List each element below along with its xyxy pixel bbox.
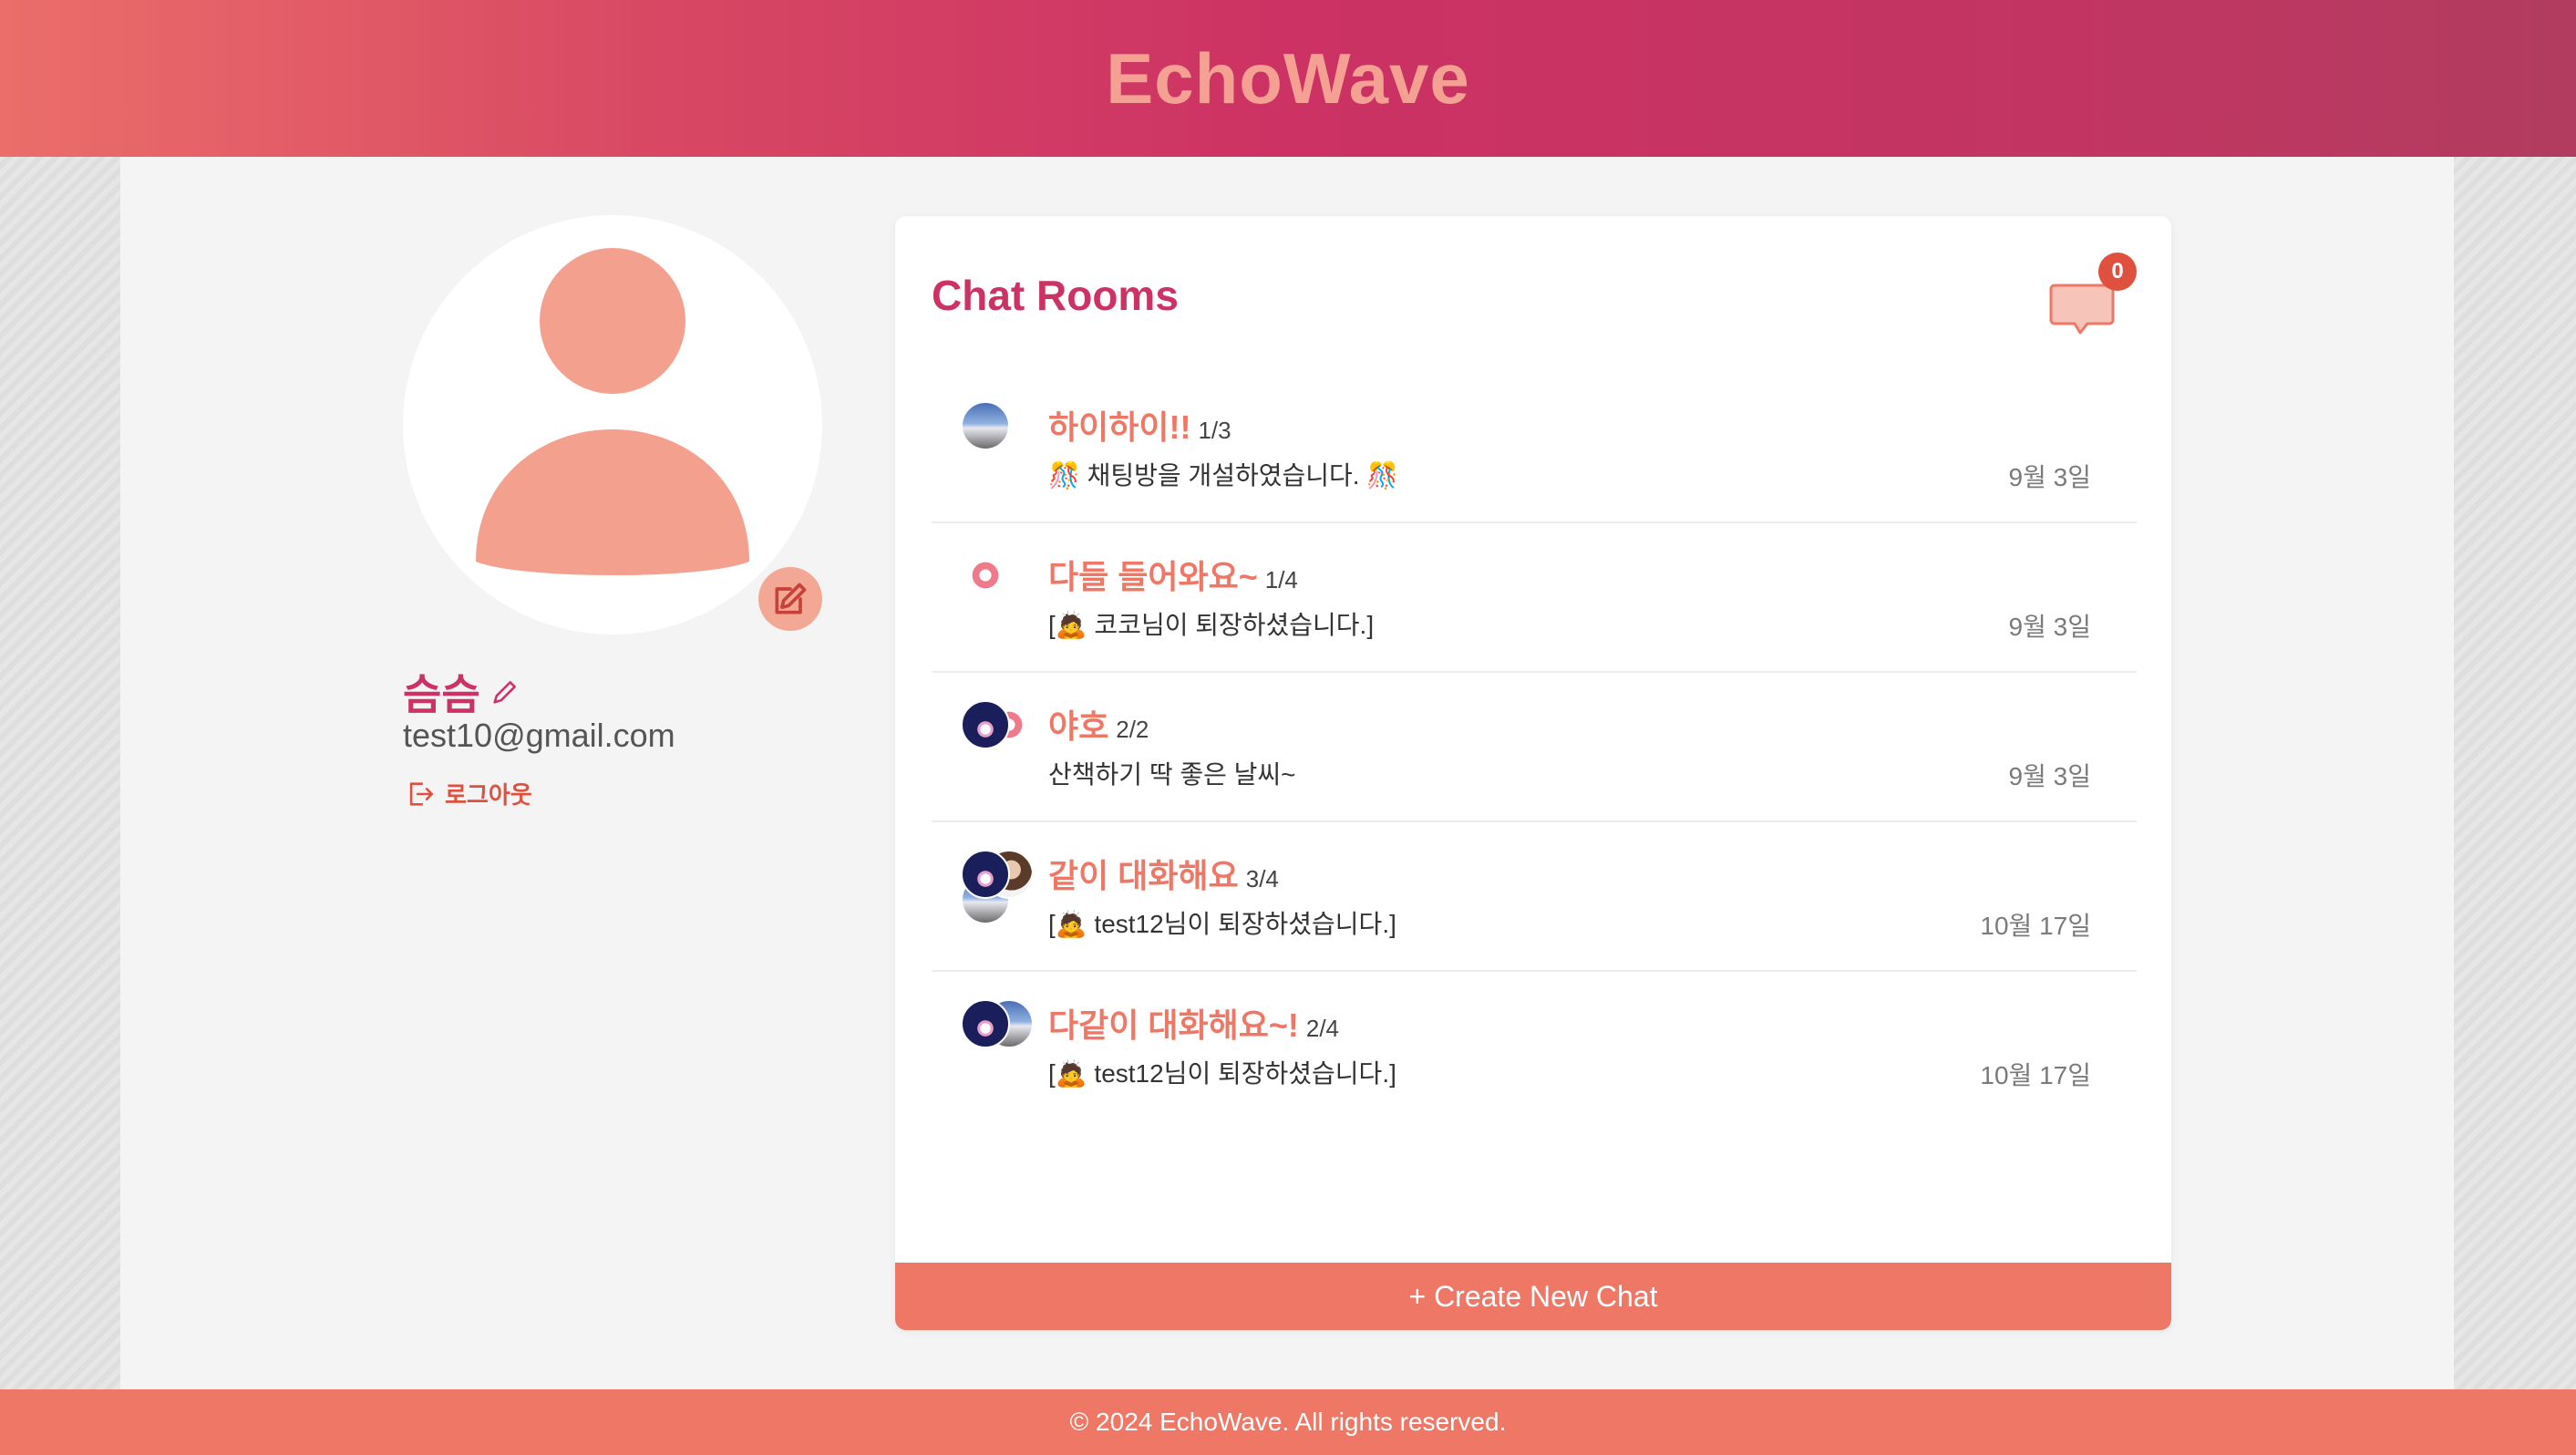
room-date: 9월 3일 — [2008, 613, 2091, 641]
room-last-message: [🙇 test12님이 퇴장하셨습니다.] — [1048, 910, 1396, 938]
room-member-avatar — [961, 700, 1010, 749]
username-row: 슴슴 — [403, 662, 520, 722]
room-member-count: 3/4 — [1245, 865, 1279, 893]
profile-avatar — [403, 215, 822, 635]
messages-button[interactable]: 0 — [2044, 253, 2144, 344]
unread-badge: 0 — [2098, 253, 2137, 291]
chat-room-list: 하이하이!! 1/3 🎊 채팅방을 개설하였습니다. 🎊 9월 3일 다들 들어… — [932, 374, 2137, 1120]
create-new-chat-button[interactable]: + Create New Chat — [895, 1263, 2171, 1330]
room-member-avatar — [961, 850, 1010, 899]
user-email: test10@gmail.com — [403, 717, 675, 754]
room-title-line: 야호 2/2 — [1048, 700, 1149, 748]
room-last-message: 산책하기 딱 좋은 날씨~ — [1048, 760, 1296, 789]
chat-bubble-icon — [2049, 284, 2115, 335]
room-name: 다들 들어와요~ — [1048, 558, 1258, 595]
room-member-avatar — [961, 551, 1010, 600]
room-title-line: 다들 들어와요~ 1/4 — [1048, 551, 1298, 598]
room-last-message: [🙇 test12님이 퇴장하셨습니다.] — [1048, 1059, 1396, 1088]
username: 슴슴 — [403, 671, 480, 718]
edit-avatar-button[interactable] — [758, 567, 822, 631]
room-member-count: 2/4 — [1305, 1015, 1340, 1042]
room-date: 10월 17일 — [1980, 912, 2091, 940]
room-title-line: 같이 대화해요 3/4 — [1048, 850, 1279, 897]
room-name: 하이하이!! — [1048, 408, 1191, 446]
chat-room-row[interactable]: 하이하이!! 1/3 🎊 채팅방을 개설하였습니다. 🎊 9월 3일 — [932, 374, 2137, 523]
room-avatars — [961, 551, 1052, 633]
chat-room-row[interactable]: 야호 2/2 산책하기 딱 좋은 날씨~ 9월 3일 — [932, 673, 2137, 822]
logout-icon — [409, 781, 434, 806]
room-date: 10월 17일 — [1980, 1061, 2091, 1089]
room-member-count: 1/4 — [1264, 566, 1298, 593]
room-last-message: 🎊 채팅방을 개설하였습니다. 🎊 — [1048, 461, 1399, 490]
chat-rooms-panel: Chat Rooms 0 하이하이!! 1/3 🎊 채팅방을 개설하였습니다. … — [895, 216, 2171, 1330]
room-title-line: 하이하이!! 1/3 — [1048, 401, 1231, 449]
chat-rooms-title: Chat Rooms — [932, 272, 1179, 319]
room-date: 9월 3일 — [2008, 762, 2091, 790]
room-member-count: 2/2 — [1116, 716, 1149, 743]
logout-button[interactable]: 로그아웃 — [405, 777, 532, 810]
room-name: 야호 — [1048, 707, 1109, 745]
room-member-avatar — [961, 401, 1010, 450]
room-last-message: [🙇 코코님이 퇴장하셨습니다.] — [1048, 611, 1375, 639]
room-member-count: 1/3 — [1198, 417, 1231, 444]
app-title: EchoWave — [1106, 37, 1470, 119]
chat-room-row[interactable]: 다들 들어와요~ 1/4 [🙇 코코님이 퇴장하셨습니다.] 9월 3일 — [932, 523, 2137, 673]
chat-room-row[interactable]: 다같이 대화해요~! 2/4 [🙇 test12님이 퇴장하셨습니다.] 10월… — [932, 972, 2137, 1120]
chat-room-row[interactable]: 같이 대화해요 3/4 [🙇 test12님이 퇴장하셨습니다.] 10월 17… — [932, 822, 2137, 972]
room-name: 같이 대화해요 — [1048, 857, 1239, 894]
room-avatars — [961, 700, 1052, 782]
room-member-avatar — [961, 999, 1010, 1048]
person-silhouette-icon — [476, 248, 749, 575]
room-title-line: 다같이 대화해요~! 2/4 — [1048, 999, 1339, 1047]
room-avatars — [961, 999, 1052, 1081]
edit-name-pencil-icon[interactable] — [489, 676, 520, 707]
room-date: 9월 3일 — [2008, 463, 2091, 491]
room-avatars — [961, 850, 1052, 932]
room-avatars — [961, 401, 1052, 483]
room-name: 다같이 대화해요~! — [1048, 1006, 1299, 1044]
app-header: EchoWave — [0, 0, 2576, 157]
app-footer: © 2024 EchoWave. All rights reserved. — [0, 1389, 2576, 1455]
footer-copyright: © 2024 EchoWave. All rights reserved. — [1069, 1408, 1507, 1436]
pencil-square-icon — [775, 583, 807, 614]
logout-label: 로그아웃 — [445, 781, 532, 809]
